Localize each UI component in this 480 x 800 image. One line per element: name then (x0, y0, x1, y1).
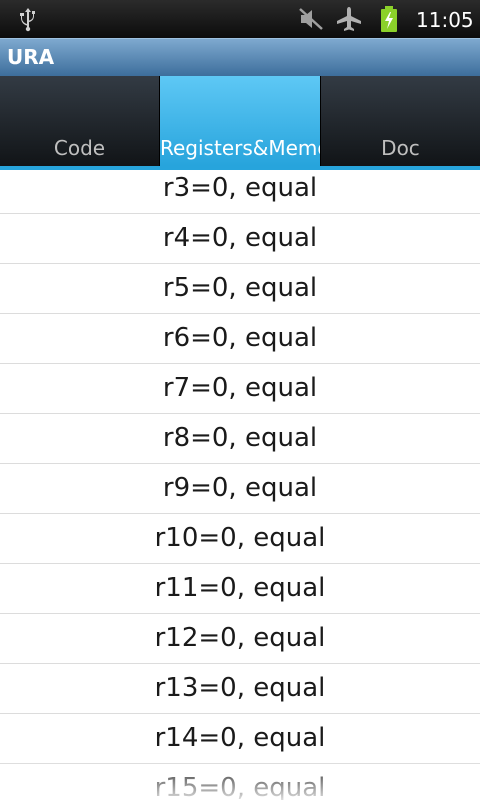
list-item[interactable]: r8=0, equal (0, 414, 480, 464)
register-list[interactable]: r3=0, equal r4=0, equal r5=0, equal r6=0… (0, 170, 480, 800)
list-item[interactable]: r11=0, equal (0, 564, 480, 614)
list-item[interactable]: r13=0, equal (0, 664, 480, 714)
list-item[interactable]: r14=0, equal (0, 714, 480, 764)
tab-registers-memory[interactable]: Registers&Memory (160, 76, 320, 166)
clock-time: 11:05 (416, 8, 474, 32)
tab-doc[interactable]: Doc (321, 76, 480, 166)
title-bar: URA (0, 38, 480, 76)
tab-registers-memory-label: Registers&Memory (160, 136, 320, 160)
list-item[interactable]: r9=0, equal (0, 464, 480, 514)
list-item[interactable]: r10=0, equal (0, 514, 480, 564)
list-item[interactable]: r12=0, equal (0, 614, 480, 664)
status-bar: 11:05 (0, 0, 480, 38)
app-title: URA (7, 45, 55, 69)
mute-icon (299, 8, 323, 30)
usb-icon (20, 8, 35, 32)
list-item[interactable]: r4=0, equal (0, 214, 480, 264)
battery-charging-icon (381, 6, 397, 32)
list-item[interactable]: r7=0, equal (0, 364, 480, 414)
list-item[interactable]: r6=0, equal (0, 314, 480, 364)
list-item[interactable]: r3=0, equal (0, 170, 480, 214)
airplane-mode-icon (337, 7, 361, 31)
tab-code-label: Code (53, 136, 106, 160)
list-item[interactable]: r15=0, equal (0, 764, 480, 800)
tab-bar: Code Registers&Memory Doc (0, 76, 480, 170)
list-item[interactable]: r5=0, equal (0, 264, 480, 314)
tab-code[interactable]: Code (0, 76, 159, 166)
tab-doc-label: Doc (381, 136, 420, 160)
